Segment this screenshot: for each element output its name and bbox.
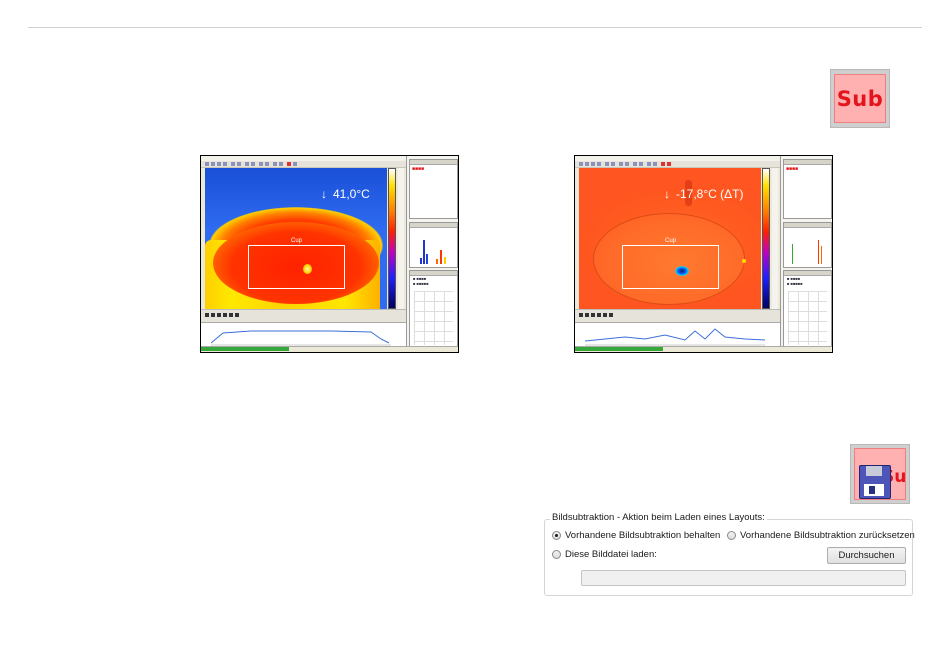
plot-panel: ■ ■■■■ ■ ■■■■■ bbox=[783, 270, 832, 350]
save-subtraction-icon-face: Sub bbox=[854, 448, 906, 500]
file-path-field[interactable] bbox=[581, 570, 906, 586]
temperature-value: 41,0°C bbox=[333, 187, 370, 201]
plot-panel: ■ ■■■■ ■ ■■■■■ bbox=[409, 270, 458, 350]
screenshot-subtracted: Cup ↓ -17,8°C (ΔT) ■■■■ ■ ■■■■ ■ ■■■■■ bbox=[574, 155, 833, 353]
group-title: Bildsubtraktion - Aktion beim Laden eine… bbox=[550, 512, 767, 523]
status-bar bbox=[575, 346, 832, 352]
save-subtraction-icon[interactable]: Sub bbox=[850, 444, 910, 504]
temperature-profile bbox=[575, 322, 780, 349]
top-divider bbox=[28, 27, 922, 28]
scale-ticks bbox=[398, 168, 404, 309]
temperature-profile bbox=[201, 322, 406, 349]
radio-button-selected[interactable] bbox=[552, 531, 561, 540]
measure-value: ■■■■ bbox=[412, 166, 425, 172]
measure-panel: ■■■■ bbox=[783, 159, 832, 219]
measure-value: ■■■■ bbox=[786, 166, 799, 172]
temperature-readout: ↓ 41,0°C bbox=[321, 187, 370, 201]
roi-rectangle[interactable]: Cup bbox=[248, 238, 345, 289]
radio-keep-subtraction[interactable]: Vorhandene Bildsubtraktion behalten bbox=[552, 530, 720, 541]
radio-load-image-file[interactable]: Diese Bilddatei laden: bbox=[552, 549, 657, 560]
side-panels: ■■■■ ■ ■■■■ ■ ■■■■■ bbox=[780, 156, 832, 352]
roi-label: Cup bbox=[664, 238, 676, 244]
measure-panel: ■■■■ bbox=[409, 159, 458, 219]
histogram bbox=[414, 238, 453, 264]
subtraction-icon[interactable]: Sub bbox=[830, 69, 890, 128]
playback-bar bbox=[575, 309, 780, 322]
roi-label: Cup bbox=[290, 238, 302, 244]
radio-button[interactable] bbox=[552, 550, 561, 559]
color-scale bbox=[388, 168, 396, 309]
radio-button[interactable] bbox=[727, 531, 736, 540]
roi-rectangle[interactable]: Cup bbox=[622, 238, 719, 289]
histogram-panel bbox=[409, 222, 458, 268]
status-bar bbox=[201, 346, 458, 352]
histogram-panel bbox=[783, 222, 832, 268]
screenshot-original: Cup ↓ 41,0°C ■■■■ ■ ■■■■ ■ ■■■■■ bbox=[200, 155, 459, 353]
subtraction-icon-text: Sub bbox=[836, 86, 884, 111]
temperature-readout: ↓ -17,8°C (ΔT) bbox=[664, 187, 744, 201]
playback-bar bbox=[201, 309, 406, 322]
arrow-down-icon: ↓ bbox=[321, 187, 327, 201]
browse-button[interactable]: Durchsuchen bbox=[827, 547, 906, 564]
arrow-down-icon: ↓ bbox=[664, 187, 670, 201]
subtraction-icon-face: Sub bbox=[834, 74, 886, 123]
radio-label: Vorhandene Bildsubtraktion zurücksetzen bbox=[740, 530, 915, 541]
floppy-disk-icon bbox=[859, 465, 891, 499]
scale-ticks bbox=[772, 168, 778, 309]
radio-label: Vorhandene Bildsubtraktion behalten bbox=[565, 530, 721, 541]
thermal-image: Cup ↓ -17,8°C (ΔT) bbox=[579, 168, 761, 309]
radio-label: Diese Bilddatei laden: bbox=[565, 549, 657, 560]
radio-reset-subtraction[interactable]: Vorhandene Bildsubtraktion zurücksetzen bbox=[727, 530, 915, 541]
warm-spot bbox=[742, 259, 746, 263]
color-scale bbox=[762, 168, 770, 309]
side-panels: ■■■■ ■ ■■■■ ■ ■■■■■ bbox=[406, 156, 458, 352]
histogram bbox=[788, 238, 827, 264]
thermal-image: Cup ↓ 41,0°C bbox=[205, 168, 387, 309]
temperature-value: -17,8°C (ΔT) bbox=[676, 187, 744, 201]
